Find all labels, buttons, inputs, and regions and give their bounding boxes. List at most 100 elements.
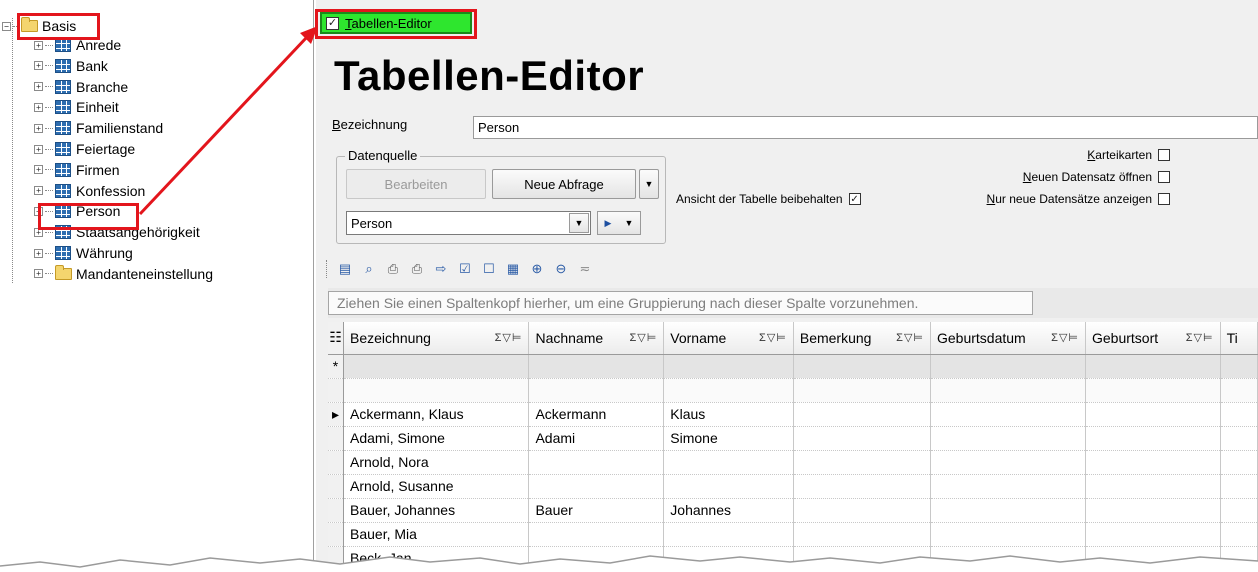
ansicht-beibehalten-checkbox[interactable]: ✓ [848,193,861,205]
tree-item-feiertage[interactable]: + Feiertage [34,139,135,159]
cell[interactable] [793,498,932,523]
cell[interactable] [930,402,1086,427]
cell[interactable] [793,402,932,427]
cell[interactable] [1085,450,1221,475]
cell[interactable] [663,450,794,475]
new-record-icon[interactable]: ▤ [336,260,354,278]
group-by-panel[interactable]: Ziehen Sie einen Spaltenkopf hierher, um… [328,288,1258,318]
column-header-vorname[interactable]: Vorname Σ▽⊨ [663,322,794,355]
cell[interactable] [930,378,1086,403]
sum-filter-pin-icon[interactable]: Σ▽⊨ [495,331,523,344]
expand-icon[interactable]: + [34,165,43,175]
tree-item-einheit[interactable]: + Einheit [34,97,119,117]
cell[interactable] [793,426,932,451]
cell[interactable]: Johannes [663,498,794,523]
tree-item-firmen[interactable]: + Firmen [34,160,120,180]
row-selector[interactable] [328,426,345,451]
table-row[interactable]: Bauer, Johannes Bauer Johannes [328,498,1258,523]
new-record-row[interactable]: * [328,354,1258,379]
option-0[interactable]: Karteikarten [1087,148,1170,162]
sum-filter-pin-icon[interactable]: Σ▽⊨ [759,331,787,344]
cell[interactable] [1220,354,1258,379]
expand-icon[interactable]: + [34,82,43,92]
window-icon[interactable]: ☐ [480,260,498,278]
cell[interactable] [930,498,1086,523]
sum-filter-pin-icon[interactable]: Σ▽⊨ [1051,331,1079,344]
expand-icon[interactable]: + [34,123,43,133]
option-checkbox[interactable] [1158,149,1170,161]
cell[interactable]: Arnold, Susanne [343,474,530,499]
tree-item-bank[interactable]: + Bank [34,56,108,76]
cell[interactable] [528,378,665,403]
cell[interactable] [528,546,665,571]
cell[interactable] [663,546,794,571]
expand-icon[interactable]: + [34,269,43,279]
cell[interactable] [528,450,665,475]
cell[interactable] [663,378,794,403]
cell[interactable] [343,378,530,403]
cell[interactable] [343,354,530,379]
cell[interactable] [1085,378,1221,403]
cell[interactable] [930,522,1086,547]
cell[interactable] [1085,474,1221,499]
print-icon[interactable]: ⎙ [384,260,402,278]
cell[interactable] [930,450,1086,475]
cell[interactable] [663,354,794,379]
cell[interactable] [793,546,932,571]
cell[interactable] [1220,450,1258,475]
tree-item-währung[interactable]: + Währung [34,243,133,263]
select-dropdown-icon[interactable]: ▼ [569,213,589,233]
cell[interactable] [930,426,1086,451]
option-1[interactable]: Neuen Datensatz öffnen [1023,170,1170,184]
cell[interactable] [1220,378,1258,403]
current-row-indicator-icon[interactable]: ▸ [328,402,345,427]
table-row[interactable]: Beck, Jan [328,546,1258,571]
column-header-geburtsort[interactable]: Geburtsort Σ▽⊨ [1085,322,1221,355]
cell[interactable] [1220,522,1258,547]
new-row-icon[interactable]: * [328,354,345,379]
column-header-bemerkung[interactable]: Bemerkung Σ▽⊨ [793,322,932,355]
clear-filter-icon[interactable]: ≂ [576,260,594,278]
cell[interactable]: Adami, Simone [343,426,530,451]
row-selector[interactable] [328,378,345,403]
cell[interactable] [930,474,1086,499]
table-row[interactable]: ▸ Ackermann, Klaus Ackermann Klaus [328,402,1258,427]
neue-abfrage-dropdown-button[interactable]: ▼ [639,169,659,199]
column-chooser-icon[interactable]: ☷ [328,322,345,355]
cell[interactable] [1220,474,1258,499]
cell[interactable] [1220,546,1258,571]
expand-icon[interactable]: + [34,144,43,154]
row-selector[interactable] [328,474,345,499]
cell[interactable] [930,546,1086,571]
ansicht-beibehalten-option[interactable]: Ansicht der Tabelle beibehalten ✓ [676,192,861,206]
tree-item-mandanteneinstellung[interactable]: + Mandanteneinstellung [34,264,213,284]
cell[interactable]: Klaus [663,402,794,427]
cell[interactable]: Bauer [528,498,665,523]
sum-filter-pin-icon[interactable]: Σ▽⊨ [629,331,657,344]
tree-item-branche[interactable]: + Branche [34,77,128,97]
navigate-button[interactable]: ▶ ▼ [597,211,641,235]
option-checkbox[interactable] [1158,171,1170,183]
cell[interactable]: Bauer, Johannes [343,498,530,523]
expand-icon[interactable]: + [34,248,43,258]
cell[interactable] [793,354,932,379]
cell[interactable]: Ackermann [528,402,665,427]
row-selector[interactable] [328,522,345,547]
cell[interactable] [793,378,932,403]
collapse-all-icon[interactable]: ⊖ [552,260,570,278]
table-row[interactable]: Bauer, Mia [328,522,1258,547]
cell[interactable] [663,522,794,547]
cell[interactable] [1085,498,1221,523]
bezeichnung-input[interactable]: Person [473,116,1258,139]
cell[interactable] [793,450,932,475]
cell[interactable] [1220,426,1258,451]
cell[interactable]: Ackermann, Klaus [343,402,530,427]
cell[interactable] [1085,402,1221,427]
expand-icon[interactable]: + [34,40,43,50]
cell[interactable] [930,354,1086,379]
cell[interactable] [793,474,932,499]
expand-all-icon[interactable]: ⊕ [528,260,546,278]
row-selector[interactable] [328,498,345,523]
column-header-ti[interactable]: Ti [1220,322,1258,355]
table-row[interactable]: Arnold, Susanne [328,474,1258,499]
